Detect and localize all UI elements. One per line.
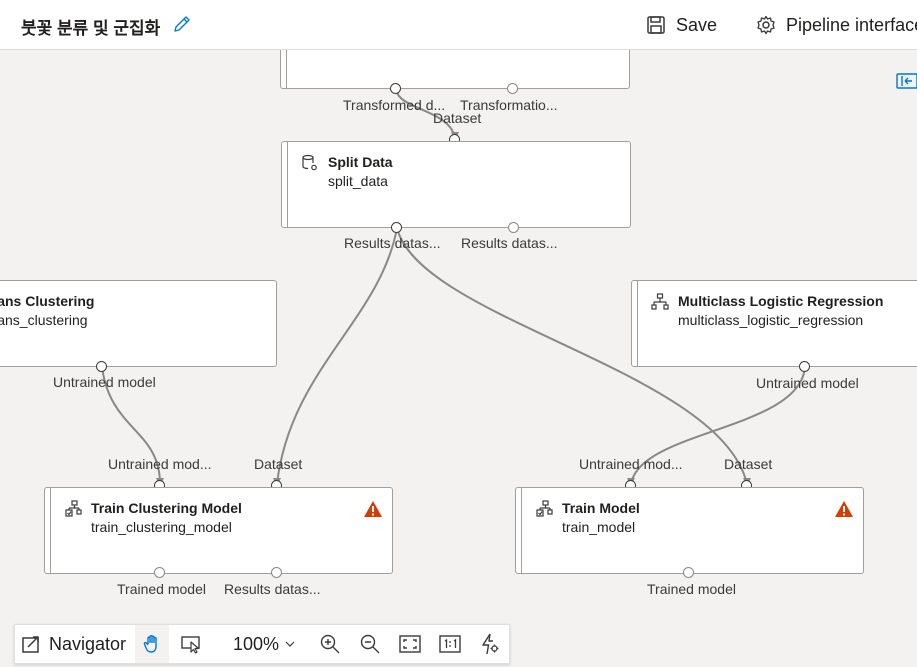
save-button[interactable]: Save bbox=[646, 12, 717, 38]
port-label-transformed-dataset: Transformed d... bbox=[343, 97, 446, 113]
node-multiclass-logistic-regression[interactable]: Multiclass Logistic Regression multiclas… bbox=[631, 280, 917, 367]
warning-icon[interactable] bbox=[363, 500, 383, 518]
port-label-tm-input2: Dataset bbox=[724, 456, 773, 472]
port-mlr-output[interactable] bbox=[799, 361, 810, 372]
fit-to-screen-button[interactable] bbox=[395, 625, 425, 663]
auto-layout-button[interactable] bbox=[475, 625, 505, 663]
pipeline-interface-label: Pipeline interface bbox=[786, 14, 917, 35]
hierarchy-icon bbox=[651, 293, 669, 310]
edge-split-to-train-clustering bbox=[276, 227, 398, 485]
pencil-edit-icon[interactable] bbox=[172, 14, 192, 34]
node-id: train_clustering_model bbox=[91, 519, 232, 535]
node-name: Split Data bbox=[328, 154, 393, 170]
port-split-output1[interactable] bbox=[391, 222, 402, 233]
port-tm-output1[interactable] bbox=[683, 567, 694, 578]
port-tc-output1[interactable] bbox=[154, 567, 165, 578]
node-split-data[interactable]: Split Data split_data bbox=[281, 141, 631, 228]
node-id: k_means_clustering bbox=[0, 312, 88, 328]
port-split-output2[interactable] bbox=[508, 222, 519, 233]
port-label-mlr-output: Untrained model bbox=[756, 375, 859, 391]
port-label-tc-input2: Dataset bbox=[254, 456, 303, 472]
save-icon bbox=[647, 16, 665, 34]
gear-icon bbox=[757, 15, 775, 35]
actual-size-button[interactable] bbox=[435, 625, 465, 663]
database-gear-icon bbox=[302, 154, 317, 171]
port-label-split-output2: Results datas... bbox=[461, 235, 558, 251]
node-name: Train Model bbox=[562, 500, 640, 516]
zoom-out-icon bbox=[360, 634, 380, 654]
port-label-tc-output1: Trained model bbox=[117, 581, 206, 597]
port-label-tm-input1: Untrained mod... bbox=[579, 456, 683, 472]
port-label-split-output1: Results datas... bbox=[344, 235, 441, 251]
node-id: train_model bbox=[562, 519, 636, 535]
node-name: Train Clustering Model bbox=[91, 500, 242, 516]
zoom-out-button[interactable] bbox=[355, 625, 385, 663]
pipeline-interface-button[interactable]: Pipeline interface bbox=[756, 12, 917, 38]
port-label-kmeans-output: Untrained model bbox=[53, 374, 156, 390]
select-tool-button[interactable] bbox=[175, 625, 209, 663]
node-name: K-Means Clustering bbox=[0, 293, 95, 309]
port-label-tm-output1: Trained model bbox=[647, 581, 736, 597]
node-transform-partial[interactable] bbox=[280, 50, 630, 89]
train-model-icon bbox=[536, 500, 553, 517]
select-pointer-icon bbox=[181, 636, 200, 654]
port-transformation[interactable] bbox=[507, 83, 518, 94]
node-id: multiclass_logistic_regression bbox=[678, 312, 864, 328]
node-name: Multiclass Logistic Regression bbox=[678, 293, 884, 309]
lightning-gear-icon bbox=[482, 633, 499, 655]
node-train-model[interactable]: Train Model train_model bbox=[515, 487, 864, 574]
port-kmeans-output[interactable] bbox=[96, 361, 107, 372]
hand-icon bbox=[143, 635, 157, 653]
navigator-label: Navigator bbox=[49, 633, 127, 654]
chevron-down-icon bbox=[285, 641, 295, 647]
fit-screen-icon bbox=[399, 635, 421, 653]
port-label-split-input: Dataset bbox=[433, 110, 482, 126]
warning-icon[interactable] bbox=[834, 500, 854, 518]
zoom-in-button[interactable] bbox=[315, 625, 345, 663]
top-bar: 붓꽃 분류 및 군집화 Save Pipeline interface bbox=[0, 0, 917, 50]
port-transformed-dataset[interactable] bbox=[390, 83, 401, 94]
navigator-icon bbox=[22, 636, 39, 653]
save-label: Save bbox=[676, 14, 718, 35]
pan-tool-button[interactable] bbox=[135, 625, 169, 663]
node-train-clustering-model[interactable]: Train Clustering Model train_clustering_… bbox=[44, 487, 393, 574]
navigator-button[interactable]: Navigator bbox=[21, 625, 126, 663]
port-label-tc-output2: Results datas... bbox=[224, 581, 321, 597]
node-kmeans-clustering[interactable]: K-Means Clustering k_means_clustering bbox=[0, 280, 277, 367]
collapse-panel-icon[interactable] bbox=[896, 72, 917, 90]
zoom-level-dropdown[interactable]: 100% bbox=[233, 625, 295, 663]
canvas-toolbar: Navigator 100% bbox=[14, 624, 510, 664]
train-model-icon bbox=[65, 500, 82, 517]
actual-size-icon bbox=[439, 635, 461, 653]
port-label-tc-input1: Untrained mod... bbox=[108, 456, 212, 472]
node-id: split_data bbox=[328, 173, 388, 189]
port-tc-output2[interactable] bbox=[271, 567, 282, 578]
zoom-in-icon bbox=[320, 634, 340, 654]
pipeline-canvas[interactable]: Transformed d... Transformatio... Datase… bbox=[0, 50, 917, 667]
zoom-level-value: 100% bbox=[233, 633, 280, 654]
pipeline-title: 붓꽃 분류 및 군집화 bbox=[21, 19, 161, 38]
